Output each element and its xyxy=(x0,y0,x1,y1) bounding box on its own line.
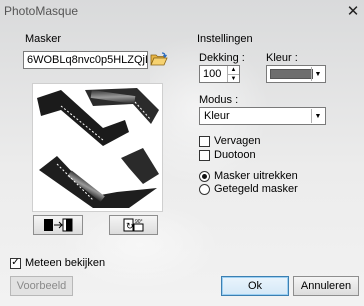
svg-text:90°: 90° xyxy=(135,219,143,225)
instant-preview-checkbox[interactable]: ✓ Meteen bekijken xyxy=(10,257,105,269)
tiled-mask-label: Getegeld masker xyxy=(214,183,298,195)
instant-preview-label: Meteen bekijken xyxy=(25,257,106,269)
rotate-button[interactable]: ↻ 90° xyxy=(109,215,158,235)
instant-preview-checkbox-box[interactable]: ✓ xyxy=(10,257,21,269)
rotate-icon: ↻ 90° xyxy=(123,218,143,232)
mask-preview xyxy=(32,83,163,212)
window-title: PhotoMasque xyxy=(4,4,79,18)
flip-horizontal-button[interactable] xyxy=(33,215,83,235)
stretch-mask-label: Masker uitrekken xyxy=(214,170,298,182)
color-label: Kleur : xyxy=(266,52,298,64)
spinner-down-icon[interactable]: ▼ xyxy=(228,74,239,83)
mode-dropdown[interactable]: Kleur ▼ xyxy=(199,107,326,125)
opacity-spinner[interactable]: 100 ▲ ▼ xyxy=(199,65,240,83)
stretch-mask-radio-circle[interactable] xyxy=(199,170,210,182)
cancel-button[interactable]: Annuleren xyxy=(293,276,359,296)
duotone-label: Duotoon xyxy=(214,149,256,161)
preview-button-label: Voorbeeld xyxy=(16,280,67,292)
tiled-mask-radio-circle[interactable] xyxy=(199,183,210,195)
opacity-label: Dekking : xyxy=(199,52,245,64)
title-bar: PhotoMasque ✕ xyxy=(0,0,364,26)
mask-preview-image xyxy=(33,84,162,211)
svg-text:↻: ↻ xyxy=(126,221,134,231)
background-photo-highlight xyxy=(60,200,220,290)
fade-checkbox-box[interactable] xyxy=(199,135,210,147)
spinner-up-icon[interactable]: ▲ xyxy=(228,66,239,74)
chevron-down-icon: ▼ xyxy=(311,109,324,123)
duotone-checkbox-box[interactable] xyxy=(199,149,210,161)
fade-checkbox[interactable]: Vervagen xyxy=(199,135,260,147)
tiled-mask-radio[interactable]: Getegeld masker xyxy=(199,183,298,195)
ok-button-label: Ok xyxy=(247,280,263,292)
flip-horizontal-icon xyxy=(44,218,73,232)
cancel-button-label: Annuleren xyxy=(300,280,352,292)
open-folder-icon[interactable] xyxy=(150,52,168,67)
mask-filename-text: 6WOBLq8nvc0p5HLZQjBB-I xyxy=(27,54,147,66)
preview-button[interactable]: Voorbeeld xyxy=(10,276,73,296)
settings-section-label: Instellingen xyxy=(197,33,253,45)
mode-label: Modus : xyxy=(199,94,239,106)
radio-selected-dot xyxy=(202,173,207,179)
mode-value: Kleur xyxy=(204,110,230,122)
opacity-value: 100 xyxy=(203,68,222,80)
mask-filename-field[interactable]: 6WOBLq8nvc0p5HLZQjBB-I xyxy=(23,51,148,69)
color-swatch xyxy=(270,69,313,79)
stretch-mask-radio[interactable]: Masker uitrekken xyxy=(199,170,298,182)
color-dropdown[interactable]: ▼ xyxy=(266,65,326,83)
duotone-checkbox[interactable]: Duotoon xyxy=(199,149,256,161)
close-button[interactable]: ✕ xyxy=(342,0,364,22)
fade-label: Vervagen xyxy=(214,135,261,147)
mask-section-label: Masker xyxy=(25,33,62,45)
chevron-down-icon: ▼ xyxy=(311,67,324,81)
ok-button[interactable]: Ok xyxy=(221,276,289,296)
